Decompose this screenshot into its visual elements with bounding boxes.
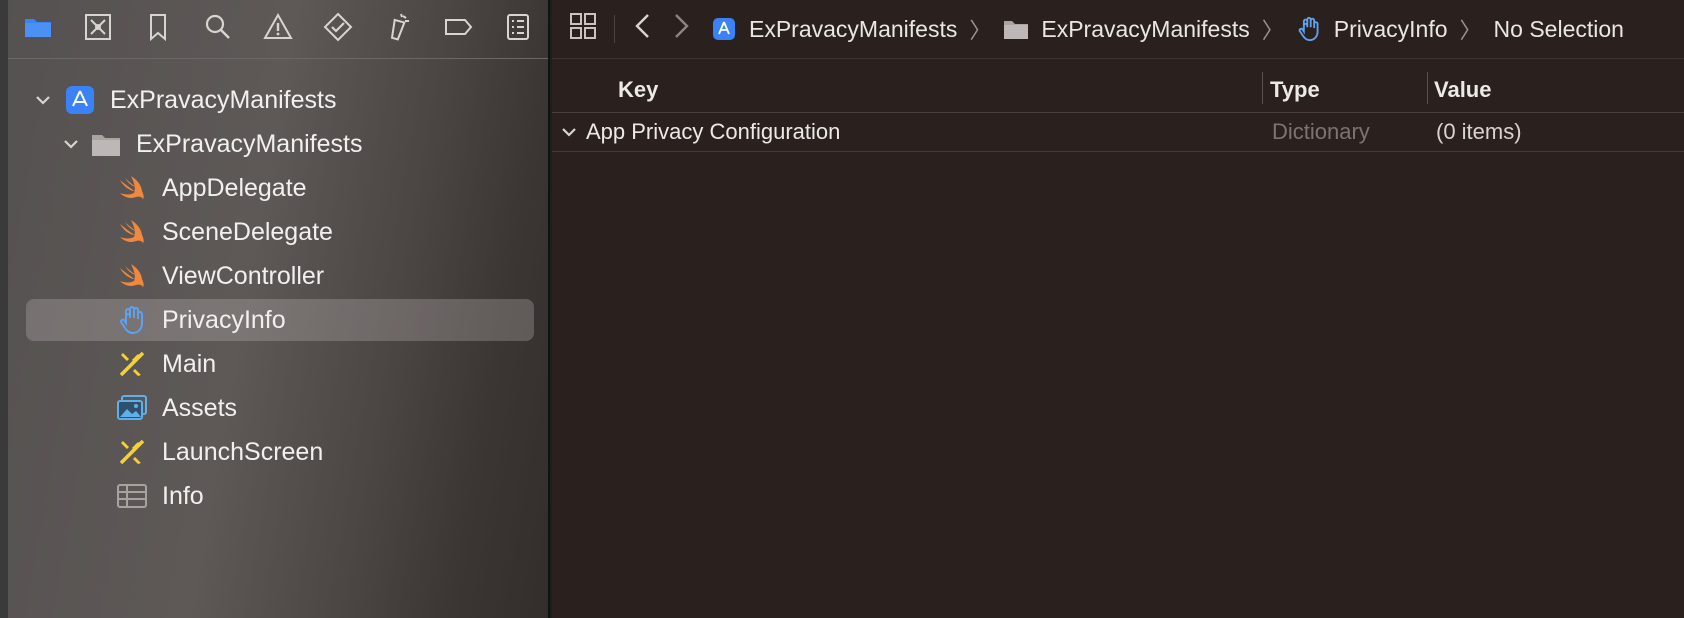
breadcrumb-label: ExPravacyManifests	[1041, 15, 1250, 42]
source-control-icon	[83, 12, 113, 47]
privacy-hand-icon	[116, 304, 148, 336]
breadcrumb-group[interactable]: ExPravacyManifests	[1003, 15, 1250, 43]
swift-icon	[116, 172, 148, 204]
plist-type[interactable]: Dictionary	[1272, 113, 1370, 151]
chevron-down-icon[interactable]	[32, 89, 54, 111]
breadcrumb-separator: 〉	[969, 18, 992, 43]
tree-item-project[interactable]: ExPravacyManifests	[8, 78, 548, 122]
find-navigator-button[interactable]	[188, 0, 248, 58]
column-header-value[interactable]: Value	[1434, 68, 1491, 112]
test-icon	[323, 12, 353, 47]
toolbar-divider	[614, 15, 615, 43]
breadcrumb-file[interactable]: PrivacyInfo	[1296, 16, 1448, 43]
breadcrumb-label: PrivacyInfo	[1333, 15, 1448, 42]
plist-icon	[116, 480, 148, 512]
breadcrumb-selection[interactable]: No Selection	[1494, 16, 1624, 43]
disclosure-chevron-down-icon[interactable]	[560, 113, 578, 151]
tree-item-group[interactable]: ExPravacyManifests	[8, 122, 548, 166]
tree-item-assets[interactable]: Assets	[8, 386, 548, 430]
window-edge	[0, 0, 8, 618]
assets-icon	[116, 392, 148, 424]
related-items-button[interactable]	[568, 12, 598, 46]
forward-button[interactable]	[667, 12, 695, 46]
tree-item-main[interactable]: Main	[8, 342, 548, 386]
storyboard-icon	[116, 348, 148, 380]
tree-item-label: SceneDelegate	[162, 217, 333, 246]
project-icon	[711, 16, 737, 42]
search-icon	[203, 12, 233, 47]
folder-icon	[90, 128, 122, 160]
report-navigator-button[interactable]	[488, 0, 548, 58]
chevron-down-icon[interactable]	[60, 133, 82, 155]
bookmark-navigator-button[interactable]	[128, 0, 188, 58]
swift-icon	[116, 260, 148, 292]
chevron-right-icon	[671, 12, 691, 46]
source-control-navigator-button[interactable]	[68, 0, 128, 58]
editor-area: ExPravacyManifests 〉 ExPravacyManifests …	[552, 0, 1684, 618]
storyboard-icon	[116, 436, 148, 468]
tree-item-label: ViewController	[162, 261, 325, 290]
report-icon	[503, 12, 533, 47]
tree-item-label: LaunchScreen	[162, 437, 324, 466]
tree-item-launchscreen[interactable]: LaunchScreen	[8, 430, 548, 474]
breakpoint-icon	[443, 12, 473, 47]
bookmark-icon	[143, 12, 173, 47]
tree-item-appdelegate[interactable]: AppDelegate	[8, 166, 548, 210]
navigator-selector-bar	[8, 0, 548, 59]
back-button[interactable]	[629, 12, 657, 46]
tree-item-privacyinfo[interactable]: PrivacyInfo	[8, 298, 548, 342]
privacy-hand-icon	[1296, 16, 1322, 42]
project-navigator-button[interactable]	[8, 0, 68, 58]
folder-icon	[1003, 16, 1029, 42]
tree-item-label: PrivacyInfo	[162, 305, 286, 334]
column-header-key[interactable]: Key	[618, 68, 658, 112]
breadcrumb-separator: 〉	[1459, 18, 1482, 43]
tree-item-info[interactable]: Info	[8, 474, 548, 518]
tree-item-label: Main	[162, 349, 217, 378]
column-header-type[interactable]: Type	[1270, 68, 1320, 112]
tree-item-label: ExPravacyManifests	[136, 129, 363, 158]
grid-icon	[569, 12, 597, 46]
test-navigator-button[interactable]	[308, 0, 368, 58]
issue-navigator-button[interactable]	[248, 0, 308, 58]
file-tree: ExPravacyManifests ExPravacyManifests Ap…	[8, 78, 548, 518]
debug-navigator-button[interactable]	[368, 0, 428, 58]
plist-row[interactable]: App Privacy Configuration Dictionary (0 …	[552, 113, 1684, 152]
breakpoint-navigator-button[interactable]	[428, 0, 488, 58]
chevron-left-icon	[633, 12, 653, 46]
warning-icon	[263, 12, 293, 47]
swift-icon	[116, 216, 148, 248]
plist-value[interactable]: (0 items)	[1436, 113, 1522, 151]
plist-table-header: Key Type Value	[552, 68, 1684, 113]
breadcrumb-project[interactable]: ExPravacyManifests	[711, 16, 957, 43]
breadcrumb-label: No Selection	[1493, 15, 1624, 42]
breadcrumb-separator: 〉	[1261, 18, 1284, 43]
project-navigator: ExPravacyManifests ExPravacyManifests Ap…	[0, 0, 550, 618]
project-icon	[64, 84, 96, 116]
tree-item-label: Info	[162, 481, 204, 510]
tree-item-label: AppDelegate	[162, 173, 307, 202]
plist-key[interactable]: App Privacy Configuration	[586, 113, 840, 151]
tree-item-scenedelegate[interactable]: SceneDelegate	[8, 210, 548, 254]
column-divider[interactable]	[1427, 72, 1428, 104]
folder-icon	[23, 12, 53, 47]
tree-item-viewcontroller[interactable]: ViewController	[8, 254, 548, 298]
debug-icon	[383, 12, 413, 47]
breadcrumb-label: ExPravacyManifests	[749, 15, 958, 42]
tree-item-label: ExPravacyManifests	[110, 85, 337, 114]
jump-bar: ExPravacyManifests 〉 ExPravacyManifests …	[552, 0, 1684, 59]
column-divider[interactable]	[1262, 72, 1263, 104]
tree-item-label: Assets	[162, 393, 238, 422]
